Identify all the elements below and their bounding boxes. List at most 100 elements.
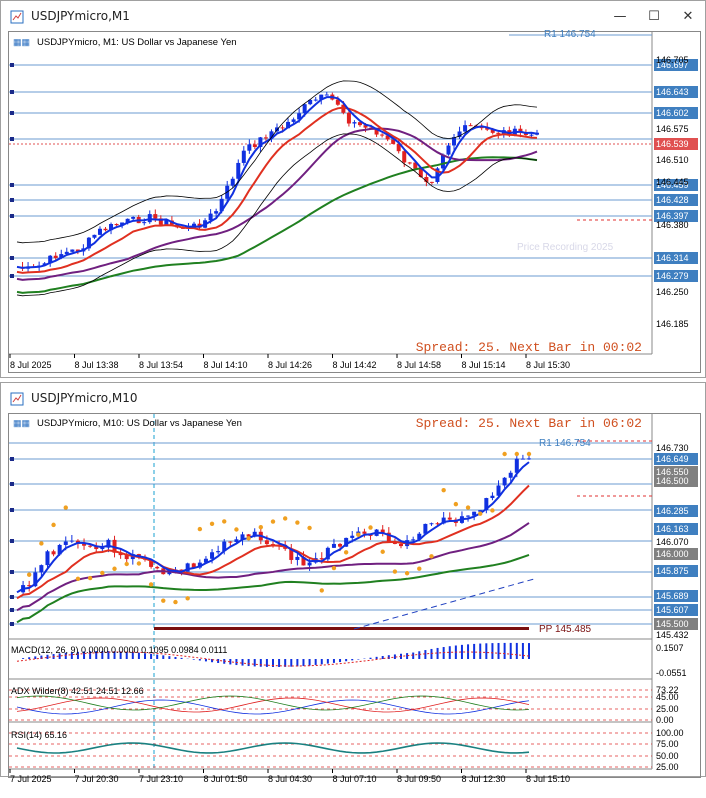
x-tick-label: 8 Jul 15:10	[526, 774, 570, 784]
candle-body	[468, 125, 473, 127]
chart-icons: ▦▦	[13, 418, 31, 428]
candle-body	[114, 223, 119, 226]
price-chart-m10[interactable]: 146.649 146.550 146.500 146.285 146.163 146.0…	[8, 413, 701, 784]
candle-body	[407, 162, 412, 164]
x-tick-label: 8 Jul 14:42	[333, 360, 377, 370]
x-tick-label: 8 Jul 14:58	[397, 360, 441, 370]
trend-line	[353, 578, 535, 630]
chart-canvas[interactable]: 146.697146.643146.602146.539146.459146.4…	[9, 32, 700, 372]
price-tag-label: 146.500	[656, 476, 689, 486]
chart-window-m10[interactable]: USDJPYmicro,M10 146.649 146.550 146.500 146…	[0, 382, 706, 784]
candle-body	[527, 458, 531, 460]
price-tag-label: 145.607	[656, 605, 689, 615]
psar-dot	[343, 550, 349, 555]
psar-dot	[502, 451, 507, 457]
window-title: USDJPYmicro,M10	[31, 391, 138, 405]
candle-body	[247, 144, 252, 151]
candle-body	[446, 145, 451, 155]
watermark: Price Recording 2025	[517, 242, 614, 253]
psar-dot	[173, 599, 178, 605]
psar-dot	[197, 526, 203, 532]
candle-body	[520, 458, 525, 460]
psar-dot	[453, 501, 459, 507]
psar-dot	[429, 554, 434, 559]
price-tag-label: 146.314	[656, 253, 689, 263]
psar-dot	[234, 527, 239, 532]
candle-body	[338, 543, 343, 547]
macd-tick: -0.0551	[656, 668, 687, 678]
level-marker	[10, 595, 14, 599]
x-tick-label: 8 Jul 13:38	[75, 360, 119, 370]
y-tick-label: 146.185	[656, 319, 689, 329]
level-marker	[10, 63, 14, 67]
spread-label: Spread: 25. Next Bar in 00:02	[415, 340, 642, 355]
rsi-label: RSI(14) 65.16	[11, 730, 68, 740]
candle-body	[447, 517, 452, 520]
window-title: USDJPYmicro,M1	[31, 9, 130, 23]
candle-body	[466, 515, 471, 517]
candle-body	[295, 556, 300, 560]
candle-body	[210, 552, 215, 559]
chart-icons: ▦▦	[13, 37, 31, 47]
psar-dot	[26, 572, 32, 577]
maximize-button[interactable]: ☐	[637, 1, 671, 31]
price-chart-m1[interactable]: 146.697 146.643 146.602 146.539 146.459 146.4…	[8, 29, 701, 373]
candle-body	[502, 477, 507, 486]
candle-body	[69, 540, 74, 542]
window-titlebar[interactable]: USDJPYmicro,M10	[1, 383, 705, 413]
y-tick-label: 146.380	[656, 220, 689, 230]
candle-body	[88, 545, 93, 547]
psar-dot	[209, 521, 215, 526]
candle-body	[346, 112, 351, 124]
psar-dot	[404, 571, 410, 576]
y-tick-label: 146.250	[656, 287, 689, 297]
psar-dot	[295, 520, 300, 525]
close-button[interactable]: ✕	[671, 1, 705, 31]
candle-body	[228, 541, 233, 543]
chart-app-icon	[10, 9, 24, 24]
candle-body	[263, 137, 268, 139]
candle-body	[331, 543, 336, 548]
chart-title: USDJPYmicro, M10: US Dollar vs Japanese …	[37, 418, 242, 429]
y-tick-label: 146.070	[656, 537, 689, 547]
y-tick-label: 146.575	[656, 124, 689, 134]
candle-body	[463, 125, 468, 132]
band-upper	[16, 80, 538, 244]
rsi-tick: 25.00	[656, 762, 679, 772]
candle-body	[313, 99, 318, 101]
psar-dot	[75, 576, 81, 582]
y-tick-label: 146.705	[656, 55, 689, 65]
rsi-tick: 50.00	[656, 751, 679, 761]
psar-dot	[51, 522, 56, 528]
adx-tick: 25.00	[656, 704, 679, 714]
candle-body	[92, 234, 97, 238]
level-marker	[10, 198, 14, 202]
psar-dot	[392, 569, 398, 574]
candle-body	[324, 94, 329, 96]
psar-dot	[112, 566, 117, 571]
candle-body	[280, 127, 285, 129]
x-tick-label: 8 Jul 15:14	[462, 360, 506, 370]
spread-label: Spread: 25. Next Bar in 06:02	[415, 416, 642, 431]
band-lower	[16, 133, 538, 297]
psar-dot	[319, 588, 324, 593]
chart-canvas[interactable]: 146.649146.550146.500146.285146.163146.0…	[9, 414, 700, 794]
level-marker	[10, 570, 14, 574]
adx-label: ADX Wilder(8) 42.51 24.51 12.66	[11, 686, 144, 696]
candle-body	[490, 495, 495, 499]
y-tick-label: 146.445	[656, 177, 689, 187]
close-icon: ✕	[682, 8, 694, 24]
minimize-button[interactable]: —	[603, 1, 637, 31]
window-titlebar[interactable]: USDJPYmicro,M1 — ☐ ✕	[1, 1, 705, 31]
chart-window-m1[interactable]: USDJPYmicro,M1 — ☐ ✕ 146.697 146.643 146.6…	[0, 0, 706, 378]
price-tag-label: 146.643	[656, 87, 689, 97]
r1-label: R1 146.754	[539, 438, 591, 449]
price-tag-label: 145.689	[656, 591, 689, 601]
psar-dot	[417, 566, 422, 571]
level-marker	[10, 256, 14, 260]
psar-dot	[368, 525, 373, 530]
x-tick-label: 8 Jul 09:50	[397, 774, 441, 784]
candle-body	[252, 144, 257, 148]
level-marker	[10, 539, 14, 543]
level-marker	[10, 608, 14, 612]
